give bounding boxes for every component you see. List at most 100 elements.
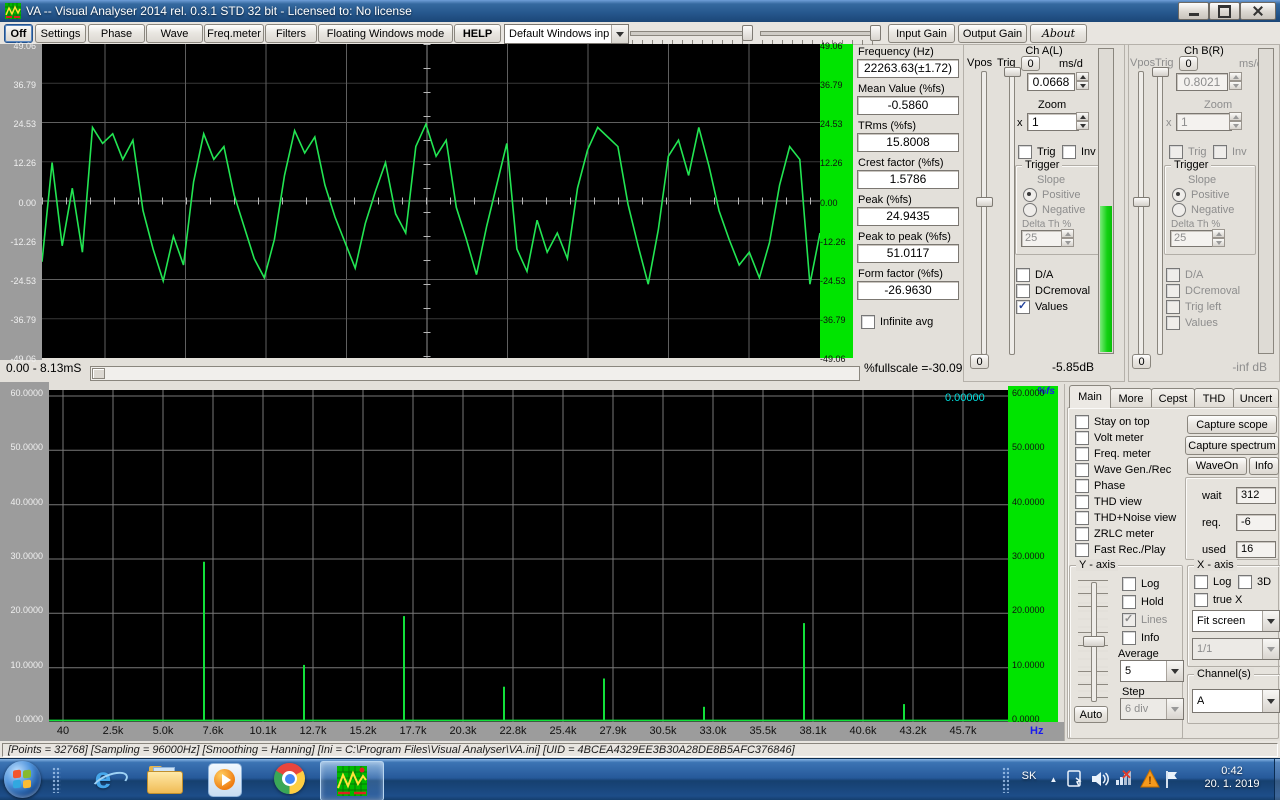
x-3d-checkbox[interactable]: 3D: [1238, 574, 1271, 589]
channel-b-msd-value[interactable]: 0.8021: [1176, 73, 1228, 91]
settings-button[interactable]: Settings: [35, 24, 86, 43]
step-select[interactable]: 6 div: [1120, 698, 1184, 720]
channel-b-trig-left[interactable]: Trig left: [1166, 299, 1221, 314]
true-x-checkbox[interactable]: true X: [1194, 592, 1242, 607]
channel-a-slope-positive-radio[interactable]: Positive: [1023, 187, 1081, 202]
channel-b-trig-slider[interactable]: [1157, 71, 1163, 355]
x-log-checkbox[interactable]: Log: [1194, 574, 1231, 589]
infinite-avg-checkbox[interactable]: Infinite avg: [861, 314, 933, 329]
channel-a-inv-checkbox[interactable]: Inv: [1062, 144, 1096, 159]
channel-b-trig-zero-button[interactable]: 0: [1132, 354, 1151, 369]
channel-b-trig-checkbox-cb[interactable]: [1169, 145, 1183, 159]
channel-a-values-cb[interactable]: [1016, 300, 1030, 314]
channel-b-zoom-spinner[interactable]: [1229, 112, 1242, 130]
infinite-avg-checkbox[interactable]: Infinite avg: [861, 314, 933, 329]
average-select[interactable]: 5: [1120, 660, 1184, 682]
channel-b-slope-positive-radio[interactable]: Positive: [1172, 187, 1230, 202]
channel-a-d-a[interactable]: D/A: [1016, 267, 1053, 282]
true-x-checkbox-cb[interactable]: [1194, 593, 1208, 607]
x-3d-checkbox-cb[interactable]: [1238, 575, 1252, 589]
view-option-stay-on-top-cb[interactable]: [1075, 415, 1089, 429]
channel-a-msd-value[interactable]: 0.0668: [1027, 73, 1075, 91]
media-player-icon[interactable]: [208, 763, 242, 797]
view-option-freq-meter-cb[interactable]: [1075, 447, 1089, 461]
channel-b-dcremoval-cb[interactable]: [1166, 284, 1180, 298]
floating-windows-mode-button[interactable]: Floating Windows mode: [318, 24, 453, 43]
spin-up-icon[interactable]: [1229, 112, 1242, 121]
language-indicator[interactable]: SK: [1016, 770, 1042, 783]
window-titlebar[interactable]: VA -- Visual Analyser 2014 rel. 0.3.1 ST…: [0, 0, 1280, 22]
channel-b-dcremoval[interactable]: DCremoval: [1166, 283, 1240, 298]
show-hidden-icons-button[interactable]: ▲: [1046, 772, 1061, 787]
phase-button[interactable]: Phase: [88, 24, 145, 43]
channel-b-slope-negative-radio[interactable]: Negative: [1172, 202, 1234, 217]
view-option-fast-rec-play[interactable]: Fast Rec./Play: [1075, 542, 1166, 557]
tab-more[interactable]: More: [1110, 388, 1152, 408]
spin-down-icon[interactable]: [1229, 121, 1242, 130]
view-option-wave-gen-rec-cb[interactable]: [1075, 463, 1089, 477]
channel-b-slope-positive-radio-radio[interactable]: [1172, 188, 1186, 202]
channel-a-trig-zero-button[interactable]: 0: [970, 354, 989, 369]
channel-a-values[interactable]: Values: [1016, 299, 1068, 314]
channel-b-slope-negative-radio[interactable]: Negative: [1172, 202, 1234, 217]
channel-a-dcremoval[interactable]: DCremoval: [1016, 283, 1090, 298]
channel-b-vpos-zero-button[interactable]: 0: [1179, 56, 1198, 71]
view-option-thd-view[interactable]: THD view: [1075, 494, 1142, 509]
input-gain-thumb[interactable]: [742, 25, 753, 41]
y-axis-log-cb[interactable]: [1122, 577, 1136, 591]
channel-b-d-a[interactable]: D/A: [1166, 267, 1203, 282]
scope-h-scrollbar[interactable]: [90, 366, 860, 381]
channel-b-values-cb[interactable]: [1166, 316, 1180, 330]
channel-b-slope-positive-radio[interactable]: Positive: [1172, 187, 1230, 202]
y-axis-hold[interactable]: Hold: [1122, 594, 1164, 609]
spin-down-icon[interactable]: [1076, 81, 1089, 90]
infinite-avg-checkbox-cb[interactable]: [861, 315, 875, 329]
channel-a-slope-positive-radio[interactable]: Positive: [1023, 187, 1081, 202]
output-gain-thumb[interactable]: [870, 25, 881, 41]
spin-up-icon[interactable]: [1076, 112, 1089, 121]
y-axis-log[interactable]: Log: [1122, 576, 1159, 591]
spin-down-icon[interactable]: [1212, 238, 1225, 247]
view-option-thd-view-cb[interactable]: [1075, 495, 1089, 509]
channel-a-slope-negative-radio[interactable]: Negative: [1023, 202, 1085, 217]
output-gain-button[interactable]: Output Gain: [958, 24, 1027, 43]
network-tray-icon[interactable]: ✕: [1116, 771, 1134, 787]
x-log-checkbox-cb[interactable]: [1194, 575, 1208, 589]
channel-a-inv-checkbox-cb[interactable]: [1062, 145, 1076, 159]
filters-button[interactable]: Filters: [265, 24, 317, 43]
channel-b-inv-checkbox[interactable]: Inv: [1213, 144, 1247, 159]
chrome-icon[interactable]: [274, 763, 305, 794]
y-axis-hold-cb[interactable]: [1122, 595, 1136, 609]
channel-b-inv-checkbox-cb[interactable]: [1213, 145, 1227, 159]
channel-b-d-a-cb[interactable]: [1166, 268, 1180, 282]
view-option-volt-meter-cb[interactable]: [1075, 431, 1089, 445]
spin-down-icon[interactable]: [1229, 81, 1242, 90]
channel-a-dcremoval-cb[interactable]: [1016, 284, 1030, 298]
internet-explorer-icon[interactable]: e: [86, 762, 120, 796]
file-explorer-icon[interactable]: [147, 766, 181, 793]
taskbar-clock[interactable]: 0:42 20. 1. 2019: [1190, 765, 1274, 791]
y-axis-lines[interactable]: Lines: [1122, 612, 1167, 627]
scope-h-scrollbar-thumb[interactable]: [92, 368, 105, 379]
maximize-button[interactable]: [1209, 2, 1240, 20]
spin-up-icon[interactable]: [1061, 229, 1074, 238]
x-3d-checkbox[interactable]: 3D: [1238, 574, 1271, 589]
info-button[interactable]: Info: [1249, 457, 1279, 475]
x-ratio-select[interactable]: 1/1: [1192, 638, 1280, 660]
view-option-thd-noise-view[interactable]: THD+Noise view: [1075, 510, 1176, 525]
freq-meter-button[interactable]: Freq.meter: [204, 24, 264, 43]
channel-b-slope-negative-radio-radio[interactable]: [1172, 203, 1186, 217]
input-gain-slider[interactable]: [630, 24, 756, 44]
channel-b-vpos-slider[interactable]: [1138, 71, 1144, 355]
channel-a-slope-negative-radio-radio[interactable]: [1023, 203, 1037, 217]
x-log-checkbox[interactable]: Log: [1194, 574, 1231, 589]
y-axis-info-cb[interactable]: [1122, 631, 1136, 645]
input-gain-button[interactable]: Input Gain: [888, 24, 955, 43]
about-button[interactable]: About: [1030, 24, 1087, 43]
channel-select[interactable]: A: [1192, 689, 1280, 713]
capture-spectrum-button[interactable]: Capture spectrum: [1185, 436, 1279, 455]
capture-scope-button[interactable]: Capture scope: [1187, 415, 1277, 434]
channel-b-values[interactable]: Values: [1166, 315, 1218, 330]
visual-analyser-taskbar-button[interactable]: [320, 761, 384, 800]
channel-a-delta-value[interactable]: 25: [1021, 230, 1064, 247]
